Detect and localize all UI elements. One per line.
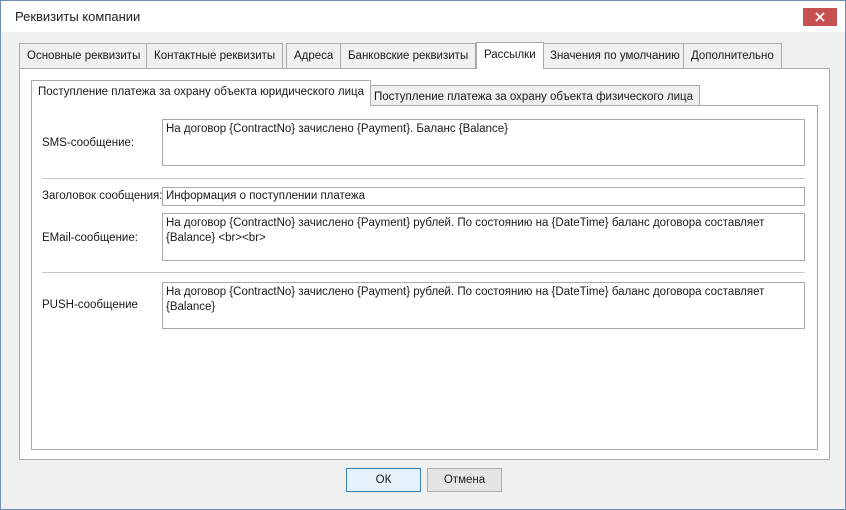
tab-contact-details[interactable]: Контактные реквизиты (146, 43, 284, 68)
tab-addresses[interactable]: Адреса (286, 43, 342, 68)
sms-textarea[interactable]: На договор {ContractNo} зачислено {Payme… (162, 119, 805, 166)
email-textarea[interactable]: На договор {ContractNo} зачислено {Payme… (162, 213, 805, 261)
tab-default-values[interactable]: Значения по умолчанию (542, 43, 688, 68)
tab-mailings[interactable]: Рассылки (476, 42, 544, 69)
cancel-button[interactable]: Отмена (427, 468, 502, 492)
subtab-individual[interactable]: Поступление платежа за охрану объекта фи… (367, 85, 700, 107)
ok-button[interactable]: ОК (346, 468, 421, 492)
separator (42, 272, 805, 273)
window-title: Реквизиты компании (15, 9, 141, 24)
push-label: PUSH-сообщение (42, 299, 138, 311)
close-button[interactable] (803, 8, 837, 26)
tab-additional[interactable]: Дополнительно (683, 43, 782, 68)
title-bar: Реквизиты компании (1, 1, 845, 32)
subtab-legal-entity[interactable]: Поступление платежа за охрану объекта юр… (31, 80, 371, 106)
close-icon (815, 12, 825, 22)
tab-bank-details[interactable]: Банковские реквизиты (340, 43, 477, 68)
email-label: EMail-сообщение: (42, 232, 138, 244)
subject-input[interactable]: Информация о поступлении платежа (162, 187, 805, 206)
subject-label: Заголовок сообщения: (42, 190, 163, 202)
dialog-window: Реквизиты компании Основные реквизиты Ко… (0, 0, 846, 510)
tab-main-details[interactable]: Основные реквизиты (19, 43, 149, 68)
push-textarea[interactable]: На договор {ContractNo} зачислено {Payme… (162, 282, 805, 329)
sms-label: SMS-сообщение: (42, 137, 135, 149)
separator (42, 178, 805, 179)
